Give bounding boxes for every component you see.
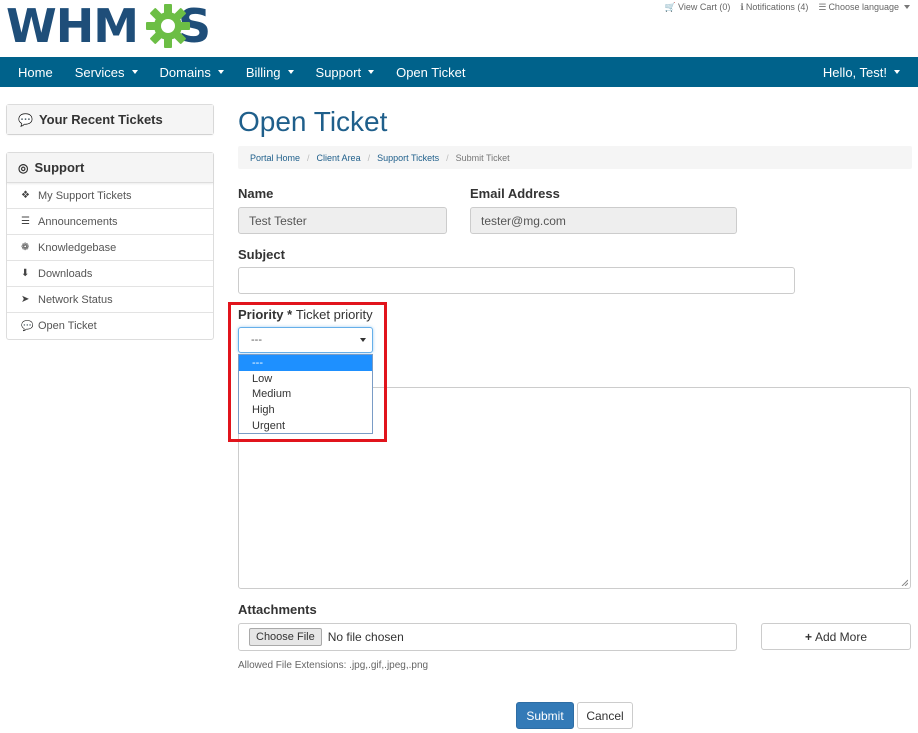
comments-icon: 💬 [21, 320, 34, 332]
breadcrumb-current: Submit Ticket [455, 152, 510, 163]
attachments-label: Attachments [238, 602, 317, 617]
view-cart-label: View Cart (0) [678, 2, 731, 12]
breadcrumb-portal-home[interactable]: Portal Home [250, 153, 300, 163]
sidebar-item-announcements[interactable]: ☰ Announcements [7, 209, 213, 235]
highlight-box [228, 302, 387, 442]
name-label: Name [238, 186, 274, 201]
view-cart-link[interactable]: 🛒 View Cart (0) [665, 2, 731, 13]
top-links: 🛒 View Cart (0) ℹ Notifications (4) ☰ Choos… [665, 0, 910, 14]
choose-language-label: Choose language [828, 2, 899, 12]
whmcs-logo[interactable]: WHM S [6, 0, 226, 52]
file-input[interactable]: Choose File No file chosen [238, 623, 737, 651]
support-title: Support [34, 160, 85, 175]
subject-label: Subject [238, 247, 285, 262]
breadcrumb-support-tickets[interactable]: Support Tickets [377, 153, 439, 163]
sidebar-item-label: Announcements [38, 215, 118, 228]
page-title: Open Ticket [238, 106, 388, 137]
plus-icon: + [804, 629, 812, 644]
recent-tickets-title: Your Recent Tickets [38, 112, 163, 127]
sidebar-item-label: Knowledgebase [38, 241, 117, 254]
nav-billing-label: Billing [245, 64, 281, 80]
recent-tickets-panel: 💬 Your Recent Tickets [6, 104, 214, 135]
main-navbar: Home Services Domains Billing Support Op… [0, 57, 918, 87]
gear-icon [146, 4, 190, 48]
choose-language-link[interactable]: ☰ Choose language [818, 2, 910, 13]
email-label: Email Address [470, 186, 560, 201]
chevron-down-icon [287, 70, 294, 74]
support-panel: ◎ Support ❖ My Support Tickets ☰ Announcem… [6, 152, 214, 340]
comments-icon: 💬 [18, 112, 33, 127]
choose-file-button[interactable]: Choose File [249, 628, 322, 646]
logo-text-left: WHM [6, 0, 139, 53]
chevron-down-icon [131, 70, 138, 74]
life-ring-icon: ◎ [18, 160, 29, 175]
sidebar-item-label: My Support Tickets [38, 189, 132, 202]
chevron-down-icon [904, 5, 910, 9]
nav-open-ticket[interactable]: Open Ticket [385, 57, 476, 87]
sidebar-item-label: Network Status [38, 293, 113, 306]
email-value: tester@mg.com [481, 213, 566, 228]
breadcrumb-client-area[interactable]: Client Area [317, 153, 361, 163]
nav-open-ticket-label: Open Ticket [396, 64, 466, 80]
chevron-down-icon [894, 70, 900, 74]
user-menu[interactable]: Hello, Test! [812, 57, 918, 87]
rocket-icon: ➤ [21, 294, 30, 305]
submit-button[interactable]: Submit [516, 702, 574, 729]
chevron-down-icon [368, 70, 375, 74]
nav-support[interactable]: Support [305, 57, 386, 87]
nav-services-label: Services [74, 64, 125, 80]
nav-home[interactable]: Home [0, 57, 64, 87]
sidebar-item-label: Open Ticket [38, 320, 97, 332]
sidebar-item-open-ticket[interactable]: 💬 Open Ticket [7, 313, 213, 339]
nav-billing[interactable]: Billing [235, 57, 305, 87]
allowed-extensions-text: Allowed File Extensions: .jpg,.gif,.jpeg… [238, 660, 429, 671]
sidebar-item-network-status[interactable]: ➤ Network Status [7, 287, 213, 313]
add-more-button[interactable]: + Add More [761, 623, 911, 650]
sidebar-item-downloads[interactable]: ⬇ Downloads [7, 261, 213, 287]
name-value: Test Tester [249, 213, 307, 228]
notifications-link[interactable]: ℹ Notifications (4) [740, 2, 808, 13]
sidebar-item-my-support-tickets[interactable]: ❖ My Support Tickets [7, 183, 213, 209]
nav-services[interactable]: Services [64, 57, 149, 87]
cancel-button[interactable]: Cancel [577, 702, 633, 729]
support-header: ◎ Support [7, 153, 213, 183]
cart-icon: 🛒 [664, 1, 677, 12]
nav-support-label: Support [315, 64, 362, 80]
language-icon: ☰ [818, 1, 827, 12]
download-icon: ⬇ [21, 268, 30, 279]
email-field[interactable]: tester@mg.com [470, 207, 737, 234]
info-icon: ℹ [740, 1, 744, 12]
nav-domains-label: Domains [159, 64, 211, 80]
nav-domains[interactable]: Domains [149, 57, 235, 87]
breadcrumb: Portal Home / Client Area / Support Ticket… [238, 146, 912, 169]
sidebar-item-label: Downloads [38, 267, 93, 280]
notifications-label: Notifications (4) [745, 2, 809, 12]
name-field[interactable]: Test Tester [238, 207, 447, 234]
no-file-text: No file chosen [327, 630, 404, 644]
ticket-icon: ❖ [21, 190, 30, 201]
recent-tickets-header[interactable]: 💬 Your Recent Tickets [7, 105, 213, 134]
nav-home-label: Home [18, 64, 53, 80]
add-more-label: Add More [814, 629, 868, 644]
user-greeting: Hello, Test! [822, 64, 887, 80]
info-icon: ❁ [21, 242, 30, 253]
resize-handle-icon[interactable] [901, 579, 908, 586]
subject-input[interactable] [238, 267, 795, 294]
chevron-down-icon [217, 70, 224, 74]
list-icon: ☰ [21, 216, 30, 227]
sidebar-item-knowledgebase[interactable]: ❁ Knowledgebase [7, 235, 213, 261]
